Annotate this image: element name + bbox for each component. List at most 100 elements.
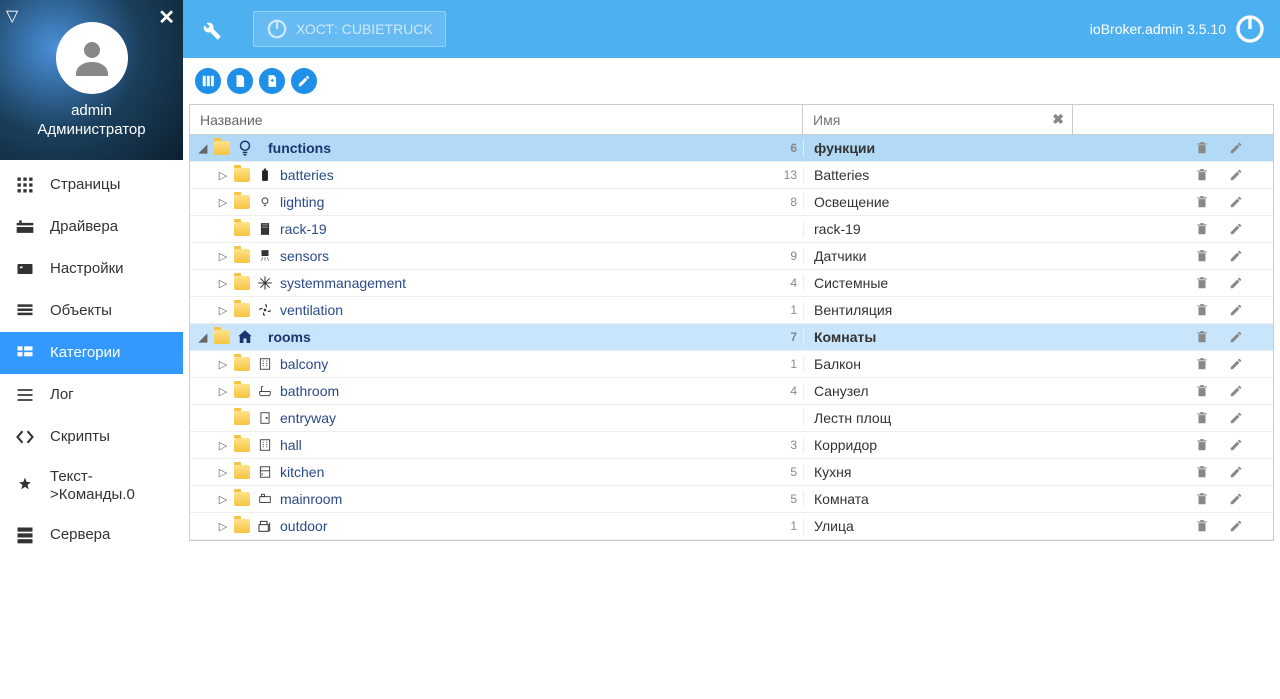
id-filter-input[interactable] <box>813 112 1062 128</box>
row-mainroom[interactable]: ▷mainroom5Комната <box>190 486 1273 513</box>
delete-icon[interactable] <box>1195 384 1209 398</box>
row-bathroom[interactable]: ▷bathroom4Санузел <box>190 378 1273 405</box>
row-name: systemmanagement <box>280 275 406 291</box>
delete-icon[interactable] <box>1195 492 1209 506</box>
edit-icon[interactable] <box>1229 384 1243 398</box>
row-count: 1 <box>790 357 797 371</box>
row-hall[interactable]: ▷hall3Корридор <box>190 432 1273 459</box>
edit-button[interactable] <box>291 68 317 94</box>
home-icon <box>236 328 254 346</box>
clear-filter-icon[interactable]: ✖ <box>1052 111 1064 128</box>
expander-icon[interactable]: ▷ <box>218 466 228 479</box>
row-rack19[interactable]: ▷rack-19rack-19 <box>190 216 1273 243</box>
row-count: 3 <box>790 438 797 452</box>
edit-icon[interactable] <box>1229 465 1243 479</box>
delete-icon[interactable] <box>1195 357 1209 371</box>
edit-icon[interactable] <box>1229 492 1243 506</box>
wrench-icon[interactable] <box>197 16 223 42</box>
expander-icon[interactable]: ▷ <box>218 493 228 506</box>
row-sysmgmt[interactable]: ▷systemmanagement4Системные <box>190 270 1273 297</box>
columns-button[interactable] <box>195 68 221 94</box>
row-batteries[interactable]: ▷batteries13Batteries <box>190 162 1273 189</box>
edit-icon[interactable] <box>1229 357 1243 371</box>
expander-icon[interactable]: ▷ <box>218 520 228 533</box>
rack-icon <box>256 220 274 238</box>
nav-label: Лог <box>50 386 74 404</box>
edit-icon[interactable] <box>1229 195 1243 209</box>
delete-icon[interactable] <box>1195 249 1209 263</box>
file-button[interactable] <box>227 68 253 94</box>
folder-icon <box>234 438 250 452</box>
expander-icon[interactable]: ▷ <box>218 196 228 209</box>
nav-label: Настройки <box>50 260 124 278</box>
edit-icon[interactable] <box>1229 222 1243 236</box>
edit-icon[interactable] <box>1229 303 1243 317</box>
expander-icon[interactable]: ◢ <box>198 331 208 344</box>
edit-icon[interactable] <box>1229 168 1243 182</box>
edit-icon[interactable] <box>1229 249 1243 263</box>
user-panel: ▽ ✕ admin Администратор <box>0 0 183 160</box>
row-outdoor[interactable]: ▷outdoor1Улица <box>190 513 1273 540</box>
delete-icon[interactable] <box>1195 276 1209 290</box>
edit-icon[interactable] <box>1229 411 1243 425</box>
expander-icon[interactable]: ▷ <box>218 439 228 452</box>
host-badge[interactable]: ХОСТ: CUBIETRUCK <box>253 11 446 47</box>
delete-icon[interactable] <box>1195 465 1209 479</box>
fan-icon <box>256 301 274 319</box>
close-icon[interactable]: ✕ <box>158 5 175 30</box>
column-actions-header <box>1073 105 1273 134</box>
add-file-button[interactable] <box>259 68 285 94</box>
delete-icon[interactable] <box>1195 303 1209 317</box>
column-name-header[interactable]: Название <box>190 105 803 134</box>
nav-item-servers[interactable]: Сервера <box>0 514 183 556</box>
row-count: 1 <box>790 303 797 317</box>
outdoor-icon <box>256 517 274 535</box>
edit-icon[interactable] <box>1229 438 1243 452</box>
dropdown-triangle-icon[interactable]: ▽ <box>6 6 18 26</box>
row-count: 5 <box>790 465 797 479</box>
nav-item-drivers[interactable]: Драйвера <box>0 206 183 248</box>
row-count: 6 <box>790 141 797 155</box>
delete-icon[interactable] <box>1195 519 1209 533</box>
nav-item-settings[interactable]: Настройки <box>0 248 183 290</box>
delete-icon[interactable] <box>1195 330 1209 344</box>
group-row-functions[interactable]: ◢functions6функции <box>190 135 1273 162</box>
delete-icon[interactable] <box>1195 222 1209 236</box>
row-kitchen[interactable]: ▷kitchen5Кухня <box>190 459 1273 486</box>
nav-item-pages[interactable]: Страницы <box>0 164 183 206</box>
row-name: lighting <box>280 194 324 210</box>
delete-icon[interactable] <box>1195 141 1209 155</box>
nav-item-scripts[interactable]: Скрипты <box>0 416 183 458</box>
expander-icon[interactable]: ▷ <box>218 304 228 317</box>
expander-icon[interactable]: ▷ <box>218 250 228 263</box>
brand-logo-icon <box>1234 13 1266 45</box>
group-row-rooms[interactable]: ◢rooms7Комнаты <box>190 324 1273 351</box>
row-count: 1 <box>790 519 797 533</box>
row-ventilation[interactable]: ▷ventilation1Вентиляция <box>190 297 1273 324</box>
drivers-icon <box>14 216 36 238</box>
edit-icon[interactable] <box>1229 519 1243 533</box>
row-balcony[interactable]: ▷balcony1Балкон <box>190 351 1273 378</box>
expander-icon[interactable]: ▷ <box>218 385 228 398</box>
delete-icon[interactable] <box>1195 411 1209 425</box>
row-entryway[interactable]: ▷entrywayЛестн площ <box>190 405 1273 432</box>
edit-icon[interactable] <box>1229 141 1243 155</box>
delete-icon[interactable] <box>1195 438 1209 452</box>
delete-icon[interactable] <box>1195 168 1209 182</box>
nav-item-text2cmd[interactable]: Текст->Команды.0 <box>0 458 183 514</box>
edit-icon[interactable] <box>1229 330 1243 344</box>
toolbar <box>183 58 1280 104</box>
nav-item-objects[interactable]: Объекты <box>0 290 183 332</box>
expander-icon[interactable]: ◢ <box>198 142 208 155</box>
row-sensors[interactable]: ▷sensors9Датчики <box>190 243 1273 270</box>
nav-item-categories[interactable]: Категории <box>0 332 183 374</box>
nav-label: Текст->Команды.0 <box>50 468 169 504</box>
edit-icon[interactable] <box>1229 276 1243 290</box>
nav-item-log[interactable]: Лог <box>0 374 183 416</box>
expander-icon[interactable]: ▷ <box>218 277 228 290</box>
expander-icon[interactable]: ▷ <box>218 358 228 371</box>
row-count: 4 <box>790 276 797 290</box>
expander-icon[interactable]: ▷ <box>218 169 228 182</box>
row-lighting[interactable]: ▷lighting8Освещение <box>190 189 1273 216</box>
delete-icon[interactable] <box>1195 195 1209 209</box>
